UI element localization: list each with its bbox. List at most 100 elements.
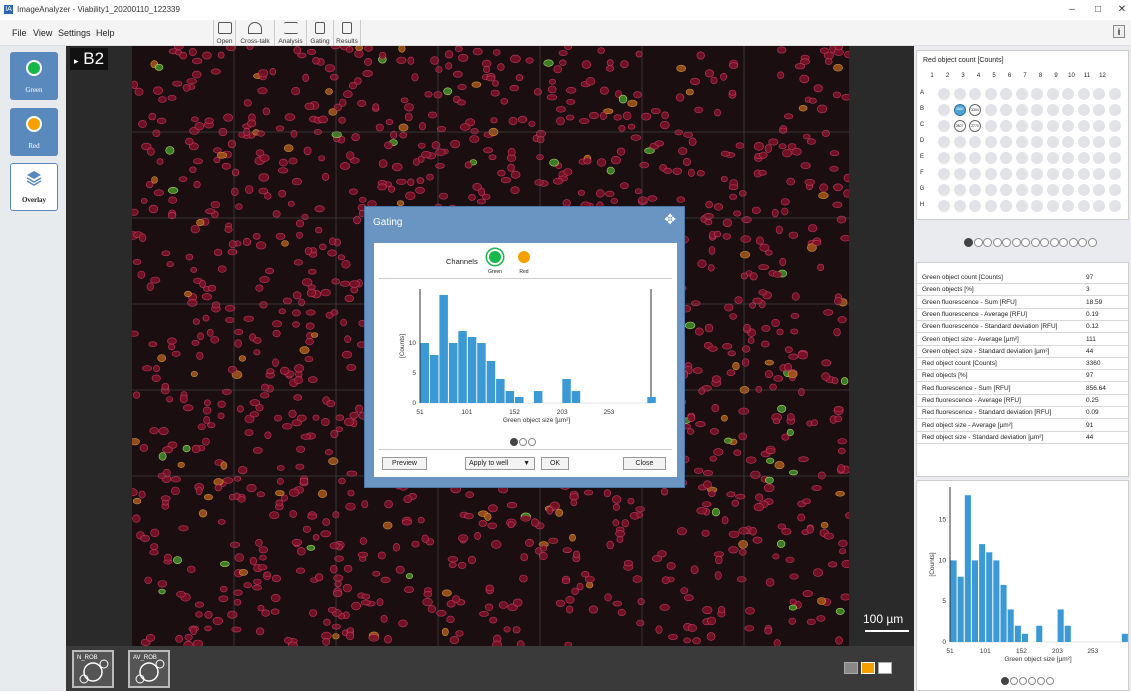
plate-well[interactable] <box>984 200 997 212</box>
plate-well[interactable] <box>1062 136 1074 148</box>
pager-dot[interactable] <box>1040 238 1049 247</box>
plate-well[interactable] <box>1077 136 1090 148</box>
plate-well[interactable] <box>938 136 950 148</box>
plate-well[interactable]: 3360 <box>953 104 966 116</box>
plate-well[interactable] <box>1062 168 1074 180</box>
plate-well[interactable] <box>1046 184 1059 196</box>
plate-well[interactable] <box>1031 168 1043 180</box>
plate-well[interactable] <box>953 88 966 100</box>
toolbar-crosstalk-button[interactable]: Cross-talk <box>236 20 275 46</box>
plate-well[interactable] <box>1015 152 1028 164</box>
plate-well[interactable] <box>938 120 950 132</box>
pager-dot[interactable] <box>992 238 1002 247</box>
plate-well[interactable] <box>1062 200 1074 212</box>
plate-well[interactable] <box>1093 136 1105 148</box>
channel-overlay-button[interactable]: Overlay <box>10 163 58 211</box>
pager-dot[interactable] <box>1030 238 1040 247</box>
pager-dot[interactable] <box>1010 677 1018 685</box>
menu-help[interactable]: Help <box>96 28 115 38</box>
plate-well[interactable] <box>969 168 981 180</box>
plate-well[interactable] <box>1062 152 1074 164</box>
plate-well[interactable] <box>1015 120 1028 132</box>
plate-well[interactable] <box>1108 88 1121 100</box>
plate-well[interactable] <box>984 136 997 148</box>
maximize-button[interactable]: □ <box>1088 3 1108 17</box>
plate-well[interactable] <box>1046 136 1059 148</box>
plate-well[interactable] <box>1108 152 1121 164</box>
plate-well[interactable] <box>969 152 981 164</box>
toolbar-analysis-button[interactable]: Analysis <box>275 20 307 46</box>
pager-dot[interactable] <box>528 438 536 446</box>
pager-dot[interactable] <box>983 238 992 247</box>
plate-well[interactable] <box>1031 88 1043 100</box>
plate-well[interactable] <box>1015 184 1028 196</box>
plate-well[interactable] <box>938 168 950 180</box>
plate-well[interactable] <box>1062 88 1074 100</box>
plate-well[interactable] <box>1077 104 1090 116</box>
plate-well[interactable] <box>1015 136 1028 148</box>
plate-well[interactable] <box>1108 136 1121 148</box>
plate-well[interactable] <box>984 104 997 116</box>
channel-green-button[interactable]: Green <box>10 52 58 100</box>
plate-well[interactable] <box>1108 184 1121 196</box>
dialog-channel-red[interactable]: Red <box>514 249 534 277</box>
plate-well[interactable] <box>1093 120 1105 132</box>
plate-well[interactable] <box>969 200 981 212</box>
plate-well[interactable] <box>1046 200 1059 212</box>
plate-well[interactable] <box>969 184 981 196</box>
minimize-button[interactable]: – <box>1062 3 1082 17</box>
plate-well[interactable] <box>953 152 966 164</box>
plate-well[interactable] <box>1046 104 1059 116</box>
gating-histogram-chart[interactable]: 51 101 152 203 253 0 5 10 Green object size [µm²… <box>374 281 677 429</box>
plate-well[interactable] <box>1000 136 1012 148</box>
pager-dot[interactable] <box>973 238 983 247</box>
plate-well[interactable] <box>1000 200 1012 212</box>
pager-dot[interactable] <box>1046 677 1054 685</box>
plate-well[interactable] <box>1108 168 1121 180</box>
pager-dot[interactable] <box>519 438 527 446</box>
pager-dot[interactable] <box>1001 677 1009 685</box>
plate-well[interactable] <box>1046 152 1059 164</box>
plate-well[interactable] <box>984 184 997 196</box>
info-button[interactable]: i <box>1113 25 1125 38</box>
plate-well[interactable] <box>1062 120 1074 132</box>
plate-well[interactable] <box>1046 120 1059 132</box>
plate-well[interactable] <box>1093 168 1105 180</box>
thumbnail-av-rob[interactable]: AV_ROB <box>128 650 170 688</box>
pager-dot[interactable] <box>1011 238 1021 247</box>
plate-well[interactable] <box>1077 168 1090 180</box>
well-indicator[interactable]: ▸ B2 <box>70 48 108 70</box>
plate-well[interactable]: 2770 <box>969 120 981 132</box>
menu-file[interactable]: File <box>12 28 27 38</box>
plate-well[interactable] <box>1077 88 1090 100</box>
plate-well[interactable] <box>938 88 950 100</box>
plate-well[interactable]: 2807 <box>953 120 966 132</box>
apply-to-well-dropdown[interactable]: Apply to well ▼ <box>465 457 535 470</box>
pager-dot[interactable] <box>1068 238 1078 247</box>
plate-well[interactable] <box>1062 184 1074 196</box>
plate-well[interactable] <box>1000 168 1012 180</box>
plate-well[interactable] <box>938 184 950 196</box>
plate-well[interactable] <box>1093 152 1105 164</box>
plate-well[interactable] <box>969 136 981 148</box>
menu-settings[interactable]: Settings <box>58 28 91 38</box>
plate-well[interactable] <box>1031 136 1043 148</box>
plate-well[interactable] <box>938 200 950 212</box>
plate-well[interactable] <box>938 104 950 116</box>
thumbnail-n-rob[interactable]: N_ROB <box>72 650 114 688</box>
pager-dot[interactable] <box>1028 677 1036 685</box>
plate-well[interactable] <box>1062 104 1074 116</box>
plate-well[interactable] <box>1108 120 1121 132</box>
close-window-button[interactable]: ✕ <box>1112 3 1131 17</box>
plate-well[interactable] <box>1015 88 1028 100</box>
plate-well[interactable] <box>1108 200 1121 212</box>
pager-dot[interactable] <box>1002 238 1011 247</box>
plate-well[interactable] <box>1000 120 1012 132</box>
channel-red-button[interactable]: Red <box>10 108 58 156</box>
plate-well[interactable] <box>1000 152 1012 164</box>
snapshot-button[interactable] <box>878 662 892 674</box>
plate-well[interactable] <box>1000 184 1012 196</box>
plate-well[interactable] <box>1015 168 1028 180</box>
grid-view-button[interactable] <box>861 662 875 674</box>
pager-dot[interactable] <box>1087 238 1097 247</box>
